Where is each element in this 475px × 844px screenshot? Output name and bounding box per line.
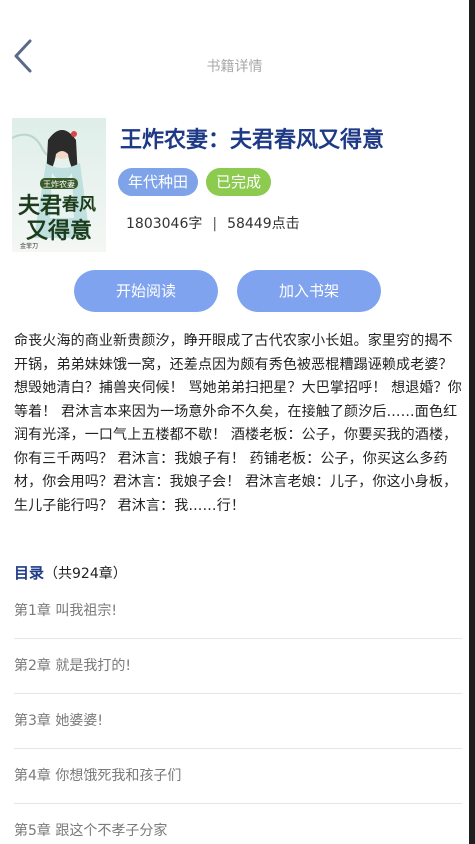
- click-count: 58449点击: [227, 216, 300, 232]
- chapter-title: 第4章 你想饿死我和孩子们: [14, 768, 182, 784]
- cover-author: 金菲刀: [20, 242, 38, 250]
- header: 书籍详情: [0, 0, 469, 110]
- genre-tag[interactable]: 年代种田: [118, 168, 199, 196]
- word-count: 1803046字: [126, 216, 203, 232]
- svg-text:夫君: 夫君: [18, 193, 62, 219]
- action-buttons: 开始阅读 加入书架: [74, 270, 384, 312]
- stats-separator: |: [212, 216, 218, 232]
- chapter-item[interactable]: 第1章 叫我祖宗!: [14, 584, 462, 639]
- toc-count: （共924章）: [44, 566, 127, 582]
- chapter-item[interactable]: 第3章 她婆婆!: [14, 694, 462, 749]
- toc-header: 目录（共924章）: [14, 562, 127, 583]
- chapter-title: 第2章 就是我打的!: [14, 658, 131, 674]
- svg-text:春风: 春风: [62, 194, 96, 215]
- chapter-title: 第3章 她婆婆!: [14, 713, 103, 729]
- cover-subtitle: 王炸农妻: [43, 179, 75, 189]
- status-tag: 已完成: [206, 168, 272, 196]
- chapter-item[interactable]: 第2章 就是我打的!: [14, 639, 462, 694]
- book-title: 王炸农妻：夫君春风又得意: [120, 128, 385, 153]
- book-info: 王炸农妻 夫君 春风 又得意 金菲刀 王炸农妻：夫君春风又得意 年代种田 已完成…: [12, 118, 462, 252]
- chapter-item[interactable]: 第5章 跟这个不孝子分家: [14, 804, 462, 844]
- add-to-shelf-button[interactable]: 加入书架: [237, 270, 381, 312]
- window-edge: [469, 0, 475, 844]
- start-reading-button[interactable]: 开始阅读: [74, 270, 218, 312]
- book-detail-page: 书籍详情 王炸农妻 夫君 春风 又得意 金菲刀 王炸农妻：夫君春风又得意 年代种…: [0, 0, 475, 844]
- book-intro: 命丧火海的商业新贵颜汐，睁开眼成了古代农家小长姐。家里穷的揭不开锅，弟弟妹妹饿一…: [14, 333, 462, 514]
- chapter-item[interactable]: 第4章 你想饿死我和孩子们: [14, 749, 462, 804]
- book-stats: 1803046字 | 58449点击: [126, 213, 300, 233]
- page-title: 书籍详情: [206, 59, 263, 75]
- book-cover-image: 王炸农妻 夫君 春风 又得意 金菲刀: [12, 118, 106, 252]
- svg-text:又得意: 又得意: [26, 218, 92, 244]
- book-cover[interactable]: 王炸农妻 夫君 春风 又得意 金菲刀: [12, 118, 106, 252]
- book-tags: 年代种田 已完成: [118, 168, 272, 196]
- chapter-list: 第1章 叫我祖宗! 第2章 就是我打的! 第3章 她婆婆! 第4章 你想饿死我和…: [0, 584, 469, 844]
- chapter-title: 第5章 跟这个不孝子分家: [14, 823, 168, 839]
- chapter-title: 第1章 叫我祖宗!: [14, 603, 117, 619]
- toc-label: 目录: [14, 564, 45, 582]
